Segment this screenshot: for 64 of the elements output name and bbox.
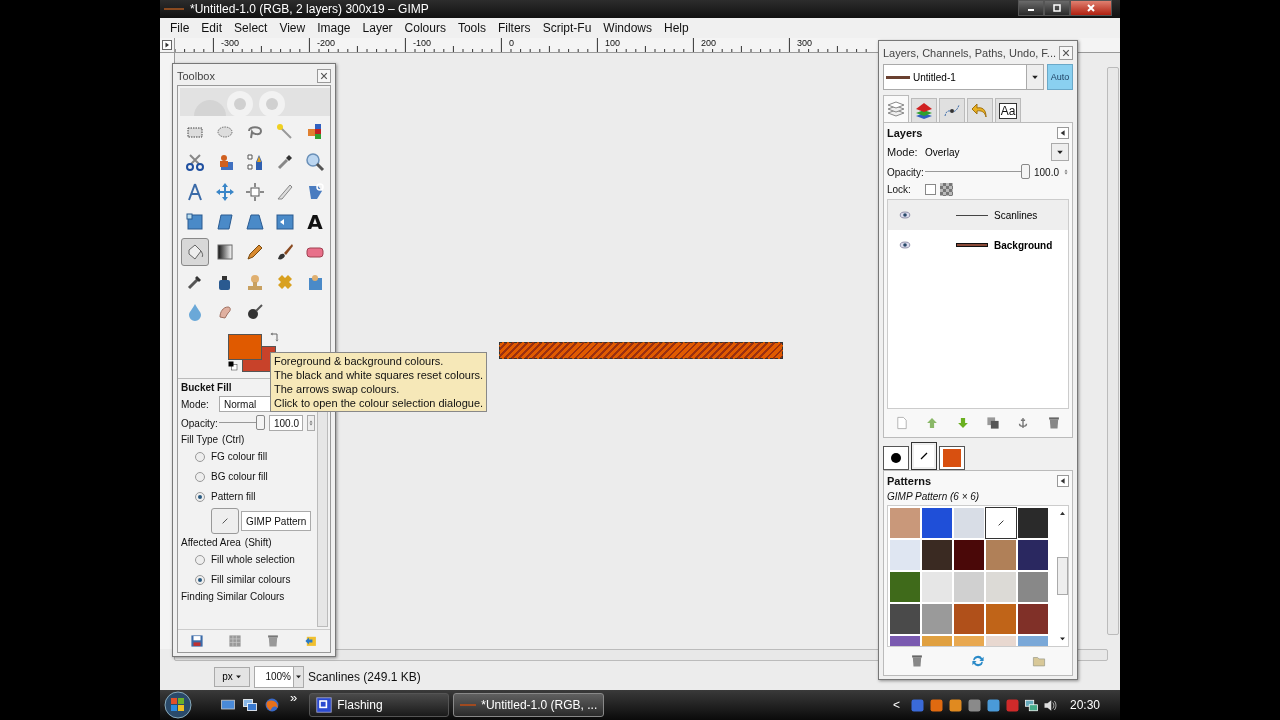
pattern-name-field[interactable]: GIMP Pattern	[241, 511, 312, 531]
ruler-label: -300	[221, 38, 239, 48]
tooltip-line: The arrows swap colours.	[274, 382, 401, 396]
panel-title: Layers	[887, 127, 923, 139]
ruler-label: 0	[509, 38, 514, 48]
menu-item[interactable]: Select	[228, 21, 274, 35]
radio-label: Fill similar colours	[211, 574, 291, 585]
radio-label: Fill whole selection	[211, 554, 295, 565]
layer-name: Scanlines	[994, 209, 1038, 221]
taskbar-button[interactable]: *Untitled-1.0 (RGB, ...	[453, 693, 605, 717]
radio-label: FG colour fill	[211, 451, 268, 462]
ruler-label: 100	[605, 38, 621, 48]
menu-item[interactable]: File	[164, 21, 196, 35]
opacity-label: Opacity:	[887, 166, 921, 178]
tray-expand-button[interactable]: <	[892, 698, 900, 712]
menu-item[interactable]: Edit	[195, 21, 229, 35]
pattern-name: GIMP Pattern (6 × 6)	[887, 491, 981, 502]
mode-label: Mode:	[887, 146, 919, 158]
more-button[interactable]: »	[290, 690, 298, 705]
layer-row[interactable]: Scanlines	[888, 200, 1068, 230]
menu-item[interactable]: Colours	[398, 21, 452, 35]
tooltip-line: Foreground & background colours.	[274, 354, 445, 368]
ruler-label: -100	[413, 38, 431, 48]
layer-row[interactable]: Background	[888, 230, 1068, 260]
menu-item[interactable]: Layer	[356, 21, 399, 35]
opacity-label: Opacity:	[181, 417, 215, 429]
taskbar-button[interactable]: Flashing	[309, 693, 450, 717]
group-label: Fill Type	[181, 434, 219, 445]
menu-item[interactable]: Tools	[451, 21, 492, 35]
lock-label: Lock:	[887, 184, 912, 195]
mode-label: Mode:	[181, 398, 210, 410]
dock-tab[interactable]: Aa	[995, 98, 1021, 122]
shortcut-hint: (Shift)	[244, 537, 272, 548]
ruler-label: 200	[701, 38, 717, 48]
menu-item[interactable]: Image	[311, 21, 357, 35]
options-title: Bucket Fill	[181, 382, 232, 393]
group-label: Affected Area	[181, 537, 241, 548]
mode-dropdown[interactable]: Overlay	[925, 143, 1069, 161]
clock: 20:30	[1069, 698, 1100, 712]
opacity-field[interactable]: 100.0	[269, 415, 303, 431]
opacity-value[interactable]: 100.0	[1033, 166, 1059, 178]
window-title: *Untitled-1.0 (RGB, 2 layers) 300x19 – GIMP	[190, 2, 430, 16]
window-title: Layers, Channels, Paths, Undo, F...	[883, 47, 1057, 59]
status-message: Scanlines (249.1 KB)	[308, 669, 421, 684]
menu-item[interactable]: Windows	[597, 21, 658, 35]
menu-item[interactable]: View	[273, 21, 312, 35]
radio-label: Pattern fill	[211, 491, 256, 502]
shortcut-hint: (Ctrl)	[222, 434, 245, 445]
ruler-label: 300	[797, 38, 813, 48]
menu-item[interactable]: Help	[658, 21, 695, 35]
ruler-label: -200	[317, 38, 335, 48]
panel-title: Patterns	[887, 475, 932, 487]
window-title: Toolbox	[177, 70, 215, 82]
menu-item[interactable]: Script-Fu	[536, 21, 598, 35]
menu-item[interactable]: Filters	[491, 21, 537, 35]
image-dropdown[interactable]: Untitled-1	[883, 64, 1044, 90]
zoom-field[interactable]: 100%	[254, 665, 304, 688]
unit-dropdown[interactable]: px	[214, 666, 250, 687]
radio-label: BG colour fill	[211, 471, 268, 482]
section-label: Finding Similar Colours	[181, 591, 285, 602]
tooltip-line: The black and white squares reset colours.	[274, 368, 484, 382]
auto-button[interactable]: Auto	[1047, 64, 1073, 90]
tool-button[interactable]: A	[301, 208, 329, 236]
layer-name: Background	[994, 239, 1053, 251]
